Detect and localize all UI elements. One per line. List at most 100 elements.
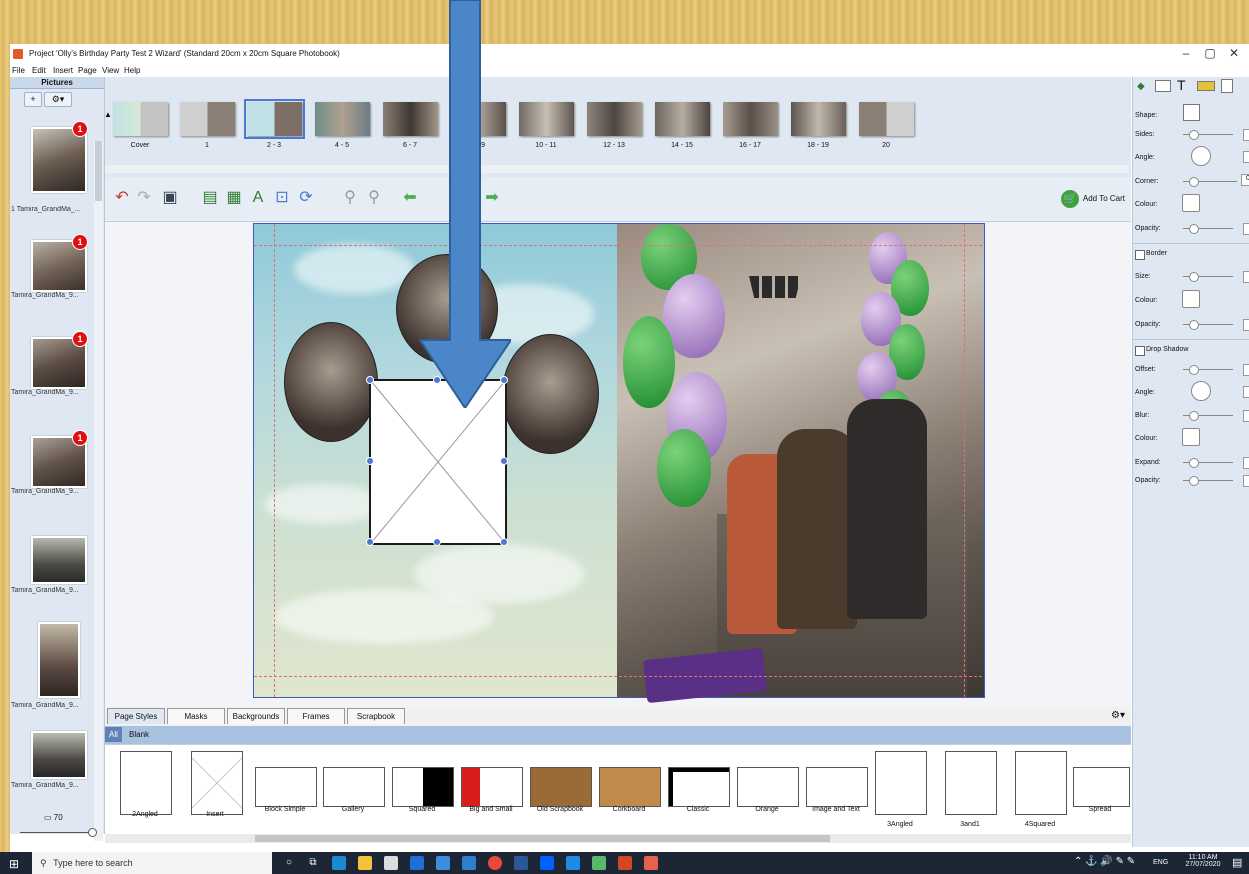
shape-square-icon[interactable] bbox=[1183, 104, 1200, 121]
colour-swatch[interactable] bbox=[1182, 194, 1200, 212]
style-3and1[interactable] bbox=[945, 751, 997, 815]
tab-masks[interactable]: Masks bbox=[167, 708, 225, 724]
circle-photo[interactable] bbox=[284, 322, 378, 442]
task-view-icon[interactable]: ⧉ bbox=[306, 856, 320, 870]
word-icon[interactable] bbox=[514, 856, 528, 870]
page-thumb[interactable] bbox=[859, 102, 914, 136]
pictures-scrollbar[interactable] bbox=[94, 141, 103, 841]
rotate-icon[interactable]: ⟳ bbox=[297, 189, 315, 207]
page-thumb[interactable] bbox=[180, 102, 235, 136]
chrome-icon[interactable] bbox=[488, 856, 502, 870]
resize-handle[interactable] bbox=[500, 457, 508, 465]
close-button[interactable]: ✕ bbox=[1224, 46, 1244, 60]
menu-page[interactable]: Page bbox=[78, 66, 97, 75]
menu-edit[interactable]: Edit bbox=[32, 66, 46, 75]
style-block-simple[interactable] bbox=[255, 767, 317, 807]
page-thumb[interactable] bbox=[655, 102, 710, 136]
menu-file[interactable]: File bbox=[12, 66, 25, 75]
corner-value[interactable]: 0 bbox=[1241, 174, 1249, 186]
ruler-tab-icon[interactable] bbox=[1197, 81, 1215, 91]
style-image-and-text[interactable] bbox=[806, 767, 868, 807]
drop-shadow-checkbox[interactable] bbox=[1135, 346, 1145, 356]
cortana-icon[interactable]: ○ bbox=[282, 856, 296, 870]
styles-scrollbar[interactable] bbox=[105, 834, 1131, 843]
text-tab-icon[interactable]: T bbox=[1177, 77, 1186, 93]
resize-handle[interactable] bbox=[366, 457, 374, 465]
add-picture-box-icon[interactable]: ▦ bbox=[225, 189, 243, 207]
shape-tab-icon[interactable]: ◆ bbox=[1137, 81, 1145, 92]
ie-icon[interactable] bbox=[410, 856, 424, 870]
add-text-icon[interactable]: A bbox=[249, 189, 267, 207]
add-page-icon[interactable]: ▤ bbox=[201, 189, 219, 207]
redo-icon[interactable]: ↷ bbox=[135, 189, 153, 207]
menu-insert[interactable]: Insert bbox=[53, 66, 73, 75]
tab-frames[interactable]: Frames bbox=[287, 708, 345, 724]
style-spread[interactable] bbox=[1073, 767, 1130, 807]
resize-handle[interactable] bbox=[500, 538, 508, 546]
photobook-app-icon[interactable] bbox=[644, 856, 658, 870]
mail-icon[interactable] bbox=[436, 856, 450, 870]
taskbar-search[interactable]: ⚲ Type here to search bbox=[32, 852, 272, 874]
resize-handle[interactable] bbox=[433, 538, 441, 546]
border-checkbox[interactable] bbox=[1135, 250, 1145, 260]
style-orange[interactable] bbox=[737, 767, 799, 807]
notifications-icon[interactable]: ▤ bbox=[1232, 856, 1242, 869]
zoom-out-icon[interactable]: ⚲ bbox=[341, 189, 359, 207]
add-to-cart-button[interactable]: 🛒 Add To Cart bbox=[1060, 189, 1125, 209]
page-thumb[interactable] bbox=[723, 102, 778, 136]
windows-start-icon[interactable]: ⊞ bbox=[9, 857, 19, 871]
page-thumb[interactable] bbox=[791, 102, 846, 136]
strip-scrollbar[interactable] bbox=[105, 165, 1129, 173]
page-tab-icon[interactable] bbox=[1221, 79, 1233, 93]
android-icon[interactable] bbox=[592, 856, 606, 870]
undo-icon[interactable]: ↶ bbox=[113, 189, 131, 207]
style-2angled[interactable] bbox=[120, 751, 172, 815]
circle-photo[interactable] bbox=[502, 334, 599, 454]
style-classic[interactable] bbox=[668, 767, 730, 807]
styles-gear-icon[interactable]: ⚙▾ bbox=[1111, 710, 1125, 721]
tab-scrapbook[interactable]: Scrapbook bbox=[347, 708, 405, 724]
back-arrow-icon[interactable]: ⬅ bbox=[401, 189, 419, 207]
strip-scroll-up-icon[interactable]: ▲ bbox=[104, 110, 112, 119]
tab-page-styles[interactable]: Page Styles bbox=[107, 708, 165, 724]
crop-icon[interactable]: ⊡ bbox=[273, 189, 291, 207]
style-3angled[interactable] bbox=[875, 751, 927, 815]
style-insert[interactable] bbox=[191, 751, 243, 815]
shadow-angle-dial[interactable] bbox=[1191, 381, 1211, 401]
dropbox-icon[interactable] bbox=[540, 856, 554, 870]
resize-handle[interactable] bbox=[366, 538, 374, 546]
language-indicator[interactable]: ENG bbox=[1153, 859, 1168, 866]
page-thumb-selected[interactable] bbox=[244, 99, 305, 139]
save-icon[interactable]: ▣ bbox=[161, 189, 179, 207]
page-thumb-cover[interactable] bbox=[113, 102, 168, 136]
zoom-icon[interactable] bbox=[566, 856, 580, 870]
file-explorer-icon[interactable] bbox=[358, 856, 372, 870]
filter-blank[interactable]: Blank bbox=[129, 727, 149, 742]
style-corkboard[interactable] bbox=[599, 767, 661, 807]
edge-icon[interactable] bbox=[332, 856, 346, 870]
zoom-slider[interactable] bbox=[20, 832, 90, 833]
border-colour-swatch[interactable] bbox=[1182, 290, 1200, 308]
style-old-scrapbook[interactable] bbox=[530, 767, 592, 807]
pictures-gear-button[interactable]: ⚙▾ bbox=[44, 92, 72, 107]
resize-handle[interactable] bbox=[366, 376, 374, 384]
store-icon[interactable] bbox=[384, 856, 398, 870]
style-gallery[interactable] bbox=[323, 767, 385, 807]
menu-view[interactable]: View bbox=[102, 66, 119, 75]
frame-tab-icon[interactable] bbox=[1155, 80, 1171, 92]
page-thumb[interactable] bbox=[519, 102, 574, 136]
system-tray-icons[interactable]: ⌃ ⚓ 🔊 ✎ ✎ bbox=[1074, 856, 1135, 867]
angle-dial[interactable] bbox=[1191, 146, 1211, 166]
zoom-in-icon[interactable]: ⚲ bbox=[365, 189, 383, 207]
page-thumb[interactable] bbox=[587, 102, 642, 136]
powerpoint-icon[interactable] bbox=[618, 856, 632, 870]
tab-backgrounds[interactable]: Backgrounds bbox=[227, 708, 285, 724]
app-icon[interactable] bbox=[462, 856, 476, 870]
maximize-button[interactable]: ▢ bbox=[1200, 46, 1220, 60]
clock[interactable]: 11:10 AM 27/07/2020 bbox=[1183, 854, 1223, 868]
zoom-slider-knob[interactable] bbox=[88, 828, 97, 837]
shadow-colour-swatch[interactable] bbox=[1182, 428, 1200, 446]
menu-help[interactable]: Help bbox=[124, 66, 140, 75]
style-big-and-small[interactable] bbox=[461, 767, 523, 807]
style-squared[interactable] bbox=[392, 767, 454, 807]
